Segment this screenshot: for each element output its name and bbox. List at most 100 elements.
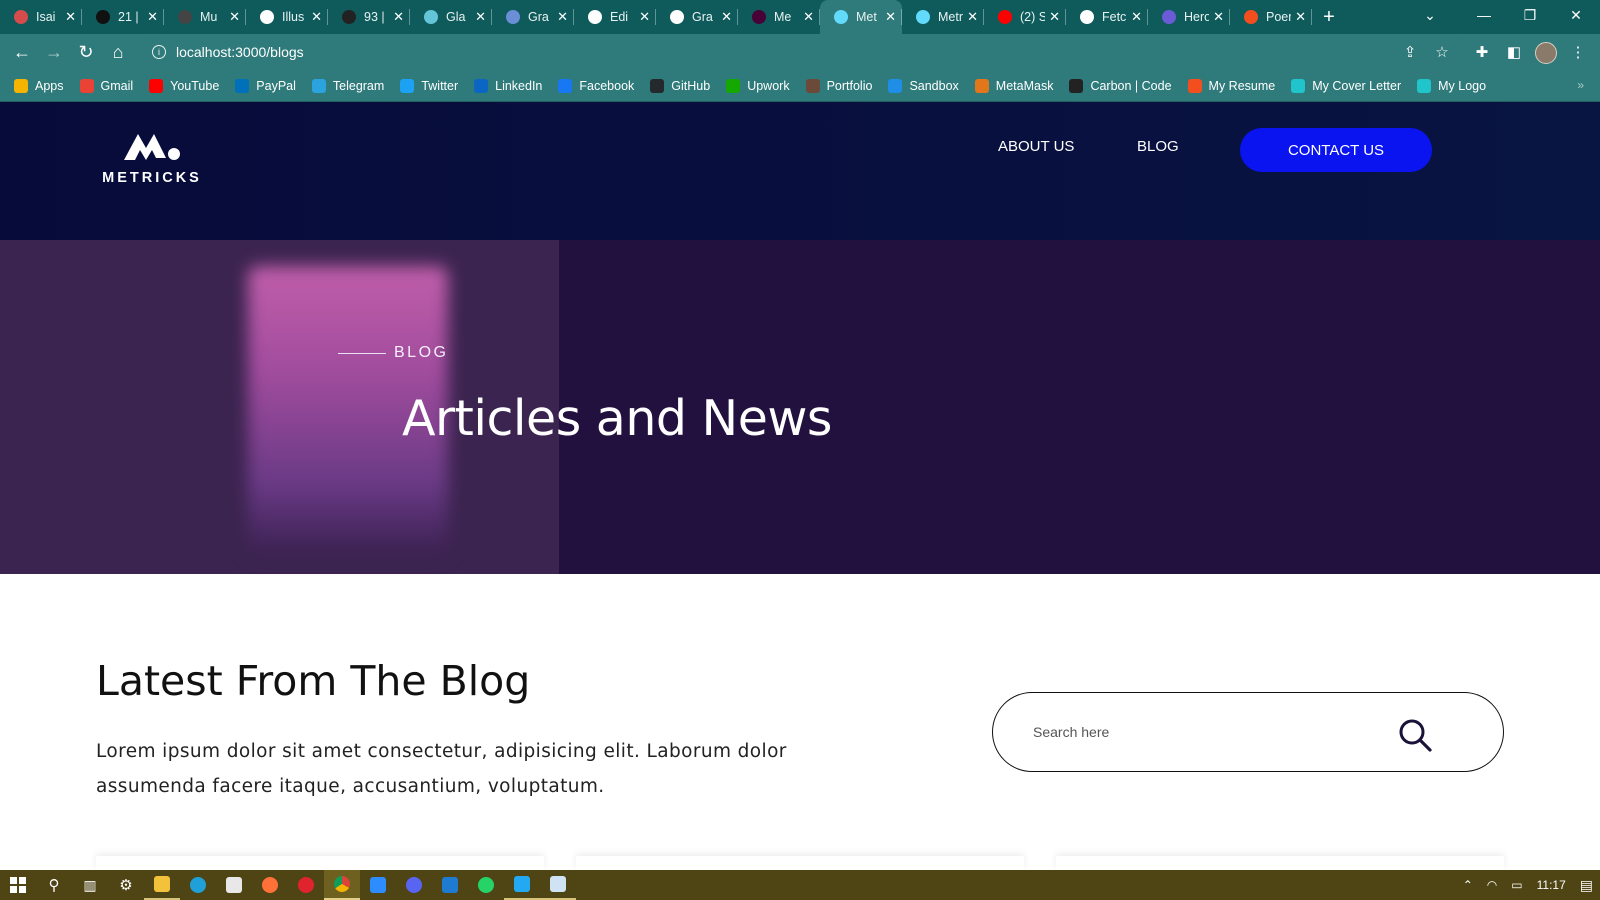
close-tab-icon[interactable]: ✕ (639, 9, 650, 25)
opera-icon[interactable] (288, 870, 324, 900)
store-bag-icon[interactable] (216, 870, 252, 900)
forward-arrow-icon[interactable]: → (42, 40, 66, 64)
windows-start-icon[interactable] (0, 870, 36, 900)
chrome-icon[interactable] (324, 870, 360, 900)
file-explorer-icon[interactable] (144, 870, 180, 900)
close-tab-icon[interactable]: ✕ (1295, 9, 1306, 25)
blog-card[interactable] (576, 856, 1024, 870)
blog-card[interactable] (96, 856, 544, 870)
browser-tab[interactable]: Heroico✕ (1148, 0, 1230, 34)
contact-us-button[interactable]: CONTACT US (1240, 128, 1432, 172)
bookmark-item[interactable]: Sandbox (888, 78, 959, 93)
home-icon[interactable]: ⌂ (106, 40, 130, 64)
bookmark-item[interactable]: Facebook (558, 78, 634, 93)
bookmark-item[interactable]: My Logo (1417, 78, 1486, 93)
bookmark-item[interactable]: Gmail (79, 78, 133, 93)
browser-tab[interactable]: 21 | ✕ (82, 0, 164, 34)
close-tab-icon[interactable]: ✕ (721, 9, 732, 25)
bookmark-star-icon[interactable]: ☆ (1430, 40, 1454, 64)
mail-icon[interactable] (432, 870, 468, 900)
clock[interactable]: 11:17 (1537, 878, 1566, 892)
close-tab-icon[interactable]: ✕ (557, 9, 568, 25)
reload-icon[interactable]: ↻ (74, 40, 98, 64)
browser-tab[interactable]: Edi ✕ (574, 0, 656, 34)
metricks-logo[interactable]: METRICKS (102, 130, 202, 186)
address-bar: ← → ↻ ⌂ i localhost:3000/blogs ⇪ ☆ ✚ ◧ ⋮ (0, 34, 1600, 70)
notepad-icon[interactable] (540, 870, 576, 900)
nav-about-us[interactable]: ABOUT US (998, 138, 1074, 155)
bookmark-item[interactable]: Upwork (726, 78, 790, 93)
bookmark-item[interactable]: MetaMask (974, 78, 1053, 93)
close-window-button[interactable]: ✕ (1554, 0, 1598, 30)
url-input[interactable]: i localhost:3000/blogs (140, 38, 1468, 66)
bookmark-item[interactable]: YouTube (149, 78, 219, 93)
close-tab-icon[interactable]: ✕ (65, 9, 76, 25)
battery-icon[interactable]: ▭ (1511, 878, 1522, 892)
extensions-puzzle-icon[interactable]: ✚ (1470, 40, 1494, 64)
bookmark-item[interactable]: My Cover Letter (1291, 78, 1401, 93)
wifi-icon[interactable]: ◠ (1487, 878, 1497, 892)
zoom-icon[interactable] (360, 870, 396, 900)
browser-menu-icon[interactable]: ⋮ (1566, 40, 1590, 64)
taskbar-search-icon[interactable]: ⚲ (36, 870, 72, 900)
nav-blog[interactable]: BLOG (1137, 138, 1179, 155)
restore-button[interactable]: ❐ (1508, 0, 1552, 30)
new-tab-button[interactable]: + (1312, 0, 1346, 34)
close-tab-icon[interactable]: ✕ (1049, 9, 1060, 25)
side-panel-icon[interactable]: ◧ (1502, 40, 1526, 64)
close-tab-icon[interactable]: ✕ (393, 9, 404, 25)
browser-tab[interactable]: Isai ✕ (0, 0, 82, 34)
search-icon[interactable] (1397, 717, 1433, 753)
bookmark-item[interactable]: Apps (14, 78, 64, 93)
browser-tab[interactable]: Gra ✕ (492, 0, 574, 34)
settings-gear-icon[interactable]: ⚙ (108, 870, 144, 900)
bookmark-item[interactable]: Telegram (311, 78, 384, 93)
close-tab-icon[interactable]: ✕ (1213, 9, 1224, 25)
browser-tab[interactable]: Gla ✕ (410, 0, 492, 34)
browser-tab[interactable]: Metrick ✕ (902, 0, 984, 34)
browser-tab[interactable]: 93 | ✕ (328, 0, 410, 34)
close-tab-icon[interactable]: ✕ (229, 9, 240, 25)
close-tab-icon[interactable]: ✕ (475, 9, 486, 25)
site-info-icon[interactable]: i (152, 45, 166, 59)
tab-search-chevron-icon[interactable]: ⌄ (1408, 0, 1452, 30)
bookmark-item[interactable]: PayPal (235, 78, 296, 93)
browser-tab[interactable]: Mu ✕ (164, 0, 246, 34)
tray-chevron-icon[interactable]: ⌃ (1463, 878, 1473, 892)
notification-center-icon[interactable]: ▤ (1580, 877, 1593, 894)
profile-avatar[interactable] (1535, 42, 1557, 64)
vscode-icon[interactable] (504, 870, 540, 900)
browser-tab[interactable]: Met ✕ (820, 0, 902, 34)
close-tab-icon[interactable]: ✕ (311, 9, 322, 25)
close-tab-icon[interactable]: ✕ (885, 9, 896, 25)
close-tab-icon[interactable]: ✕ (1131, 9, 1142, 25)
bookmark-item[interactable]: GitHub (650, 78, 710, 93)
browser-tab[interactable]: (2) Show✕ (984, 0, 1066, 34)
bookmark-item[interactable]: Portfolio (805, 78, 872, 93)
bookmark-item[interactable]: My Resume (1187, 78, 1275, 93)
close-tab-icon[interactable]: ✕ (147, 9, 158, 25)
whatsapp-icon[interactable] (468, 870, 504, 900)
facebook-icon (558, 78, 573, 93)
more-bookmarks-icon[interactable]: » (1577, 78, 1584, 92)
bookmark-item[interactable]: Carbon | Code (1069, 78, 1172, 93)
minimize-button[interactable]: — (1462, 0, 1506, 30)
close-tab-icon[interactable]: ✕ (803, 9, 814, 25)
discord-icon[interactable] (396, 870, 432, 900)
browser-tab[interactable]: Illus ✕ (246, 0, 328, 34)
bookmark-item[interactable]: Twitter (400, 78, 458, 93)
blog-search-input[interactable] (1033, 724, 1393, 740)
browser-tab[interactable]: Gra ✕ (656, 0, 738, 34)
close-tab-icon[interactable]: ✕ (967, 9, 978, 25)
metamask-fox-icon (974, 78, 989, 93)
browser-tab[interactable]: Me ✕ (738, 0, 820, 34)
firefox-icon[interactable] (252, 870, 288, 900)
edge-browser-icon[interactable] (180, 870, 216, 900)
back-arrow-icon[interactable]: ← (10, 40, 34, 64)
blog-card[interactable] (1056, 856, 1504, 870)
bookmark-item[interactable]: LinkedIn (474, 78, 542, 93)
browser-tab[interactable]: Fetch d ✕ (1066, 0, 1148, 34)
task-view-icon[interactable]: ▥ (72, 870, 108, 900)
browser-tab[interactable]: Poem A ✕ (1230, 0, 1312, 34)
share-icon[interactable]: ⇪ (1398, 40, 1422, 64)
